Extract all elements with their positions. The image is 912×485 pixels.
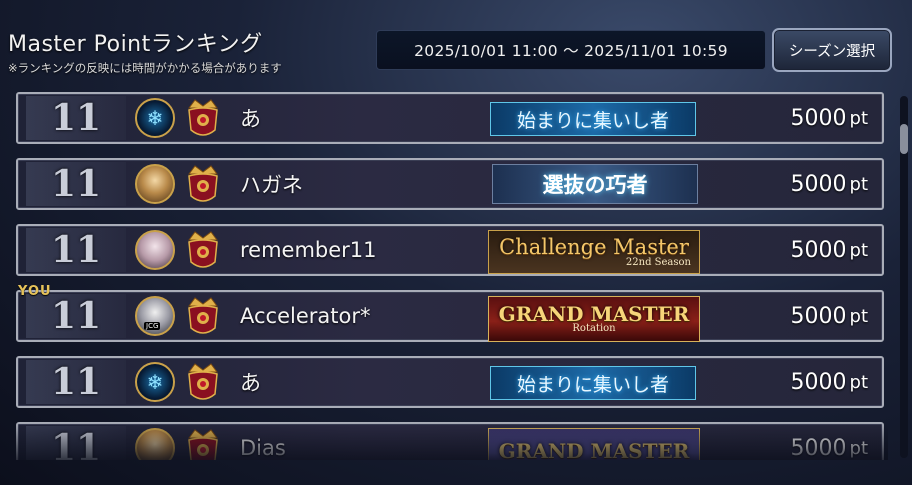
ranking-notice: ※ランキングの反映には時間がかかる場合があります [8, 61, 282, 75]
points-unit: pt [849, 173, 868, 195]
scrollbar-thumb[interactable] [900, 124, 908, 154]
you-indicator: YOU [18, 284, 52, 299]
ranking-row[interactable]: 11 ハガネ 選抜の巧者 5000 pt [16, 158, 884, 210]
title-subtext: 22nd Season [625, 256, 691, 268]
rank-number: 11 [26, 360, 126, 404]
snowflake-icon: ❄ [146, 106, 164, 130]
ranking-row-you[interactable]: 11 JCG Accelerator* GRAND MASTER Rotatio… [16, 290, 884, 342]
points-unit: pt [849, 305, 868, 327]
title-badge: 始まりに集いし者 [490, 366, 696, 400]
crown-crest-icon [188, 363, 218, 400]
crown-crest-icon [188, 165, 218, 202]
crown-crest-icon [188, 429, 218, 460]
rank-number: 11 [26, 426, 126, 460]
points-unit: pt [849, 107, 868, 129]
points-unit: pt [849, 239, 868, 261]
snowflake-icon: ❄ [146, 370, 164, 394]
ranking-row[interactable]: 11 remember11 Challenge Master 22nd Seas… [16, 224, 884, 276]
rank-number: 11 [26, 162, 126, 206]
player-name: あ [240, 107, 261, 131]
ranking-row[interactable]: 11 ❄ あ 始まりに集いし者 5000 pt [16, 92, 884, 144]
title-text: 選抜の巧者 [542, 173, 648, 197]
ranking-row[interactable]: 11 ❄ あ 始まりに集いし者 5000 pt [16, 356, 884, 408]
points-value: 5000 [790, 171, 847, 197]
crown-crest-icon [188, 231, 218, 268]
rank-number: 11 [26, 228, 126, 272]
player-name: Accelerator* [240, 304, 371, 328]
title-text: 始まりに集いし者 [516, 109, 669, 132]
points-unit: pt [849, 371, 868, 393]
ranking-list[interactable]: 11 ❄ あ 始まりに集いし者 5000 pt 11 ハガネ 選抜の巧者 500… [16, 92, 888, 460]
player-name: ハガネ [240, 173, 303, 197]
player-name: Dias [240, 436, 286, 460]
crown-crest-icon [188, 99, 218, 136]
title-text: GRAND MASTER [498, 302, 690, 326]
pink-character-emblem-icon [135, 230, 175, 270]
season-period: 2025/10/01 11:00 〜 2025/11/01 10:59 [376, 30, 766, 70]
points: 5000 pt [791, 226, 868, 274]
player-name: remember11 [240, 238, 377, 262]
points-value: 5000 [790, 435, 847, 461]
title-badge: GRAND MASTER [488, 428, 700, 460]
points-value: 5000 [790, 369, 847, 395]
points: 5000 pt [790, 424, 868, 461]
page-title: Master Pointランキング [8, 32, 263, 57]
points: 5000 pt [791, 358, 868, 406]
title-badge: GRAND MASTER Rotation [488, 296, 700, 342]
points: 5000 pt [791, 160, 868, 208]
rank-number: 11 [26, 294, 126, 338]
blonde-character-emblem-icon [135, 428, 175, 460]
title-text: Challenge Master [499, 234, 689, 259]
points-unit: pt [849, 437, 868, 459]
jcg-badge: JCG [144, 322, 161, 330]
points-value: 5000 [790, 237, 847, 263]
player-name: あ [240, 371, 261, 395]
points: 5000 pt [791, 292, 868, 340]
title-badge: 始まりに集いし者 [490, 102, 696, 136]
title-subtext: Rotation [572, 323, 616, 334]
ranking-row[interactable]: 11 Dias GRAND MASTER 5000 pt [16, 422, 884, 460]
title-text: 始まりに集いし者 [516, 373, 669, 396]
silver-character-emblem-icon: JCG [135, 296, 175, 336]
title-badge: 選抜の巧者 [492, 164, 698, 204]
blue-snowflake-emblem-icon: ❄ [135, 362, 175, 402]
title-text: GRAND MASTER [498, 439, 690, 460]
rank-number: 11 [26, 96, 126, 140]
points-value: 5000 [790, 105, 847, 131]
title-badge: Challenge Master 22nd Season [488, 230, 700, 274]
crown-crest-icon [188, 297, 218, 334]
points-value: 5000 [790, 303, 847, 329]
blue-snowflake-emblem-icon: ❄ [135, 98, 175, 138]
blonde-character-emblem-icon [135, 164, 175, 204]
ranking-header: Master Pointランキング ※ランキングの反映には時間がかかる場合があり… [0, 0, 912, 90]
points: 5000 pt [791, 94, 868, 142]
season-select-button[interactable]: シーズン選択 [772, 28, 892, 72]
